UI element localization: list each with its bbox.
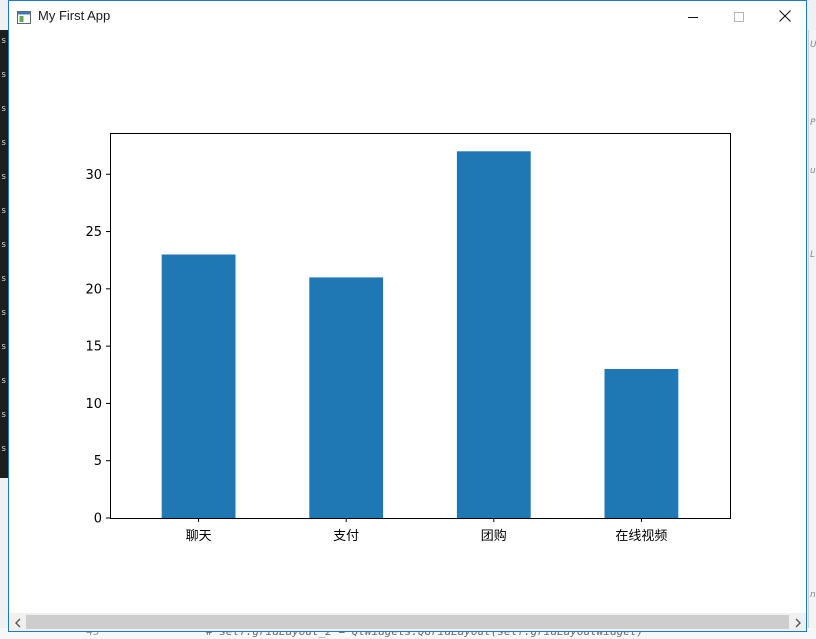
background-editor-left: sss sss sss sss s: [0, 30, 8, 478]
y-tick-label-6: 30: [85, 168, 102, 183]
x-tick-label-2: 团购: [481, 528, 507, 544]
y-tick-label-4: 20: [85, 282, 102, 297]
chart-canvas-area: 聊天 支付 团购 在线视频 0 5 10 15 20 25 30: [9, 31, 806, 615]
y-tick-label-3: 15: [85, 340, 102, 355]
close-icon: [779, 7, 791, 26]
close-button[interactable]: [762, 1, 808, 31]
window-title: My First App: [38, 8, 111, 23]
app-window-icon: [17, 9, 31, 24]
horizontal-scrollbar[interactable]: [9, 613, 806, 631]
bar-chart: 聊天 支付 团购 在线视频 0 5 10 15 20 25 30: [85, 133, 731, 544]
bar-0: [161, 254, 236, 518]
y-tick-label-5: 25: [85, 225, 102, 240]
y-tick-label-1: 5: [94, 454, 102, 469]
x-tick-label-3: 在线视频: [615, 529, 667, 544]
bar-3: [604, 369, 679, 518]
minimize-icon: [688, 7, 698, 26]
y-tick-label-2: 10: [85, 397, 102, 412]
x-tick-label-1: 支付: [333, 529, 359, 544]
bar-2: [456, 151, 531, 519]
title-bar[interactable]: My First App: [9, 1, 806, 31]
background-editor-right: UPu Ln: [808, 30, 816, 639]
chevron-left-icon: [14, 613, 22, 632]
scroll-right-button[interactable]: [789, 613, 806, 631]
maximize-icon: [734, 7, 744, 26]
app-window: My First App 聊天 支付 团购 在线视频 0 5 10 15 20 25 30: [8, 0, 807, 632]
scroll-left-button[interactable]: [9, 613, 26, 631]
maximize-button[interactable]: [716, 1, 762, 31]
scrollbar-thumb[interactable]: [26, 615, 789, 629]
x-tick-label-0: 聊天: [186, 529, 212, 544]
bar-1: [309, 277, 384, 518]
minimize-button[interactable]: [670, 1, 716, 31]
y-tick-label-0: 0: [94, 512, 102, 527]
chevron-right-icon: [794, 613, 802, 632]
